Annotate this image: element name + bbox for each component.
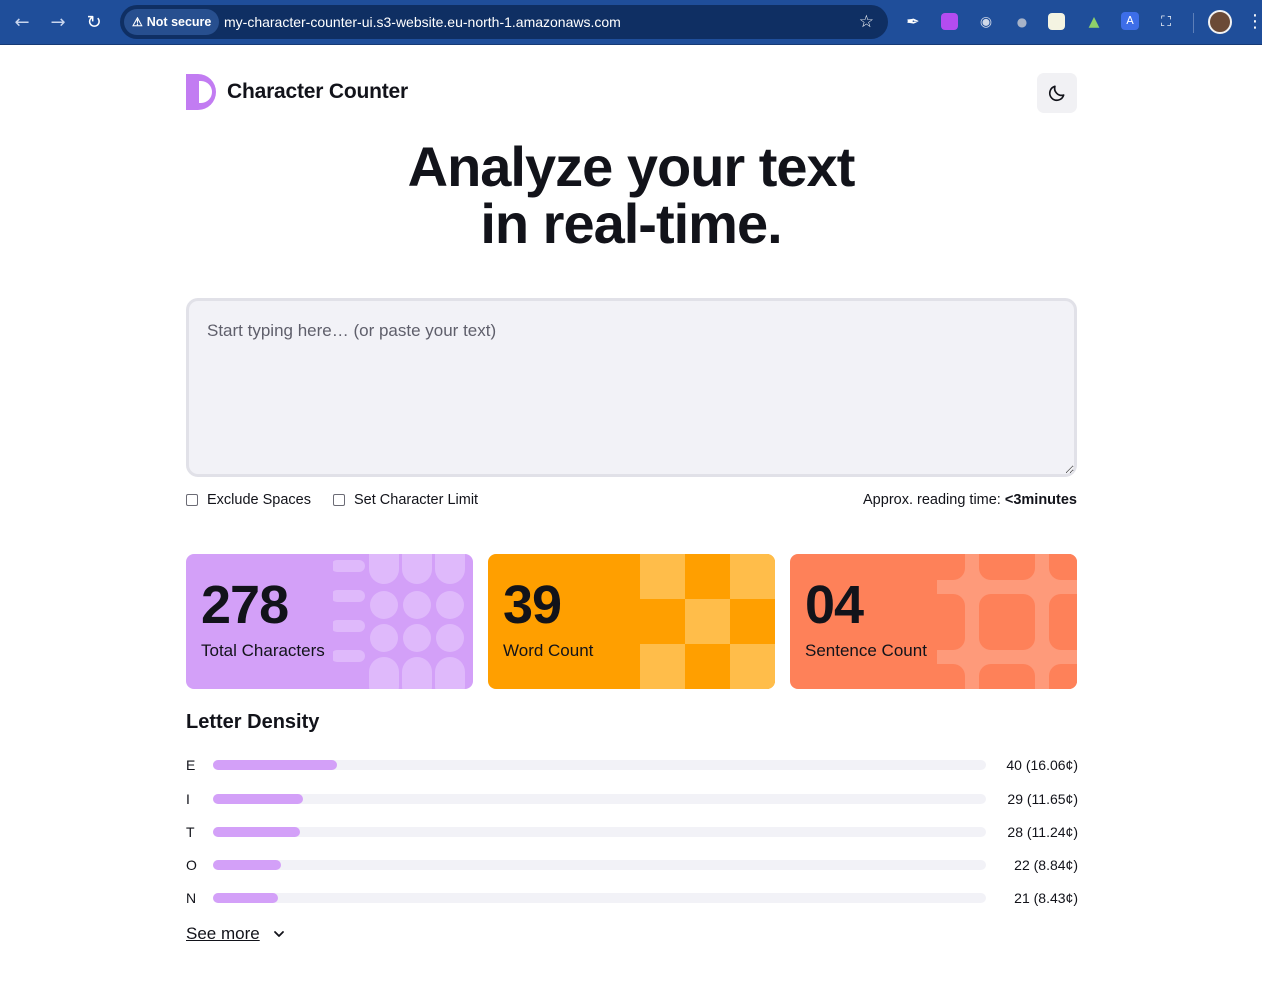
extension-icon[interactable] — [941, 13, 958, 30]
security-chip[interactable]: ⚠ Not secure — [124, 9, 220, 35]
density-value: 21 (8.43¢) — [1014, 890, 1078, 906]
camera-icon[interactable]: ◉ — [975, 11, 997, 33]
density-value: 28 (11.24¢) — [1007, 824, 1078, 840]
star-icon[interactable]: ☆ — [859, 5, 874, 39]
character-limit-checkbox[interactable] — [332, 494, 345, 506]
app-logo[interactable]: Character Counter — [186, 74, 408, 110]
density-letter: N — [186, 890, 197, 906]
see-more-link[interactable]: See more — [186, 924, 286, 944]
density-row: I 29 (11.65¢) — [186, 791, 1078, 807]
page-title: Analyze your text in real-time. — [0, 138, 1262, 252]
stat-card-total-characters: 278 Total Characters — [186, 554, 473, 689]
density-bar-fill — [213, 860, 282, 870]
density-bar-track — [213, 827, 986, 837]
stat-label: Total Characters — [201, 641, 325, 660]
eyedropper-icon[interactable]: ✒ — [902, 11, 924, 33]
extension-icon[interactable] — [1048, 13, 1065, 30]
character-limit-label: Set Character Limit — [353, 492, 479, 508]
density-bar-fill — [213, 827, 300, 837]
density-bar-fill — [213, 893, 279, 903]
security-label: Not secure — [146, 15, 212, 29]
forward-icon[interactable]: → — [45, 10, 71, 36]
checker-pattern — [640, 554, 775, 689]
stat-card-sentence-count: 04 Sentence Count — [790, 554, 1077, 689]
moon-icon — [1048, 85, 1065, 102]
options-row: Exclude Spaces Set Character Limit — [186, 492, 500, 508]
browser-toolbar: ← → ↻ ⚠ Not secure my-character-counter-u… — [0, 0, 1262, 45]
density-value: 29 (11.65¢) — [1007, 791, 1078, 807]
rounded-grid-pattern — [937, 554, 1077, 689]
density-bar-track — [213, 893, 986, 903]
app-page: Character Counter Analyze your text in r… — [0, 46, 1262, 988]
circles-pattern — [333, 554, 465, 689]
extension-icon[interactable]: A — [1121, 12, 1139, 30]
see-more-label: See more — [186, 924, 260, 943]
stat-label: Sentence Count — [805, 641, 927, 660]
density-row: T 28 (11.24¢) — [186, 824, 1078, 840]
density-bar-fill — [213, 794, 304, 804]
theme-toggle-button[interactable] — [1037, 73, 1077, 113]
density-value: 22 (8.84¢) — [1014, 857, 1078, 873]
text-input[interactable] — [186, 298, 1077, 477]
exclude-spaces-checkbox[interactable] — [186, 494, 198, 506]
density-row: N 21 (8.43¢) — [186, 890, 1078, 906]
density-letter: E — [186, 757, 196, 773]
density-letter: T — [186, 824, 195, 840]
reading-time-label: Approx. reading time: — [863, 492, 1001, 508]
address-bar[interactable]: ⚠ Not secure my-character-counter-ui.s3-w… — [120, 5, 888, 39]
profile-avatar[interactable] — [1208, 10, 1232, 34]
stat-label: Word Count — [503, 641, 594, 660]
stat-value: 278 — [201, 575, 289, 635]
exclude-spaces-label: Exclude Spaces — [207, 492, 311, 508]
density-row: O 22 (8.84¢) — [186, 857, 1078, 873]
stat-value: 04 — [805, 575, 864, 635]
url-text[interactable]: my-character-counter-ui.s3-website.eu-no… — [224, 5, 621, 39]
density-bar-fill — [213, 760, 338, 770]
stat-value: 39 — [503, 575, 562, 635]
chevron-down-icon — [273, 931, 284, 937]
hero-line-2: in real-time. — [480, 192, 782, 255]
density-bar-track — [213, 860, 986, 870]
reading-time-value: <3minutes — [1004, 492, 1077, 508]
hero-line-1: Analyze your text — [407, 135, 856, 198]
density-row: E 40 (16.06¢) — [186, 757, 1078, 773]
extension-icon[interactable]: ● — [1011, 11, 1033, 33]
density-bar-track — [213, 794, 986, 804]
reading-time: Approx. reading time: <3minutes — [863, 492, 1077, 508]
density-bar-track — [213, 760, 986, 770]
letter-density-title: Letter Density — [186, 711, 320, 733]
exclude-spaces-option[interactable]: Exclude Spaces — [186, 492, 311, 508]
warning-icon: ⚠ — [132, 15, 143, 29]
menu-icon[interactable]: ⋮ — [1246, 10, 1262, 34]
app-name: Character Counter — [227, 80, 408, 103]
stat-card-word-count: 39 Word Count — [488, 554, 775, 689]
back-icon[interactable]: ← — [9, 10, 35, 36]
extensions-puzzle-icon[interactable]: ⛶ — [1155, 11, 1177, 33]
density-letter: I — [186, 791, 190, 807]
density-value: 40 (16.06¢) — [1006, 757, 1078, 773]
extension-icon[interactable]: ▲ — [1083, 11, 1105, 33]
reload-icon[interactable]: ↻ — [81, 10, 107, 36]
toolbar-divider — [1193, 13, 1194, 33]
density-letter: O — [186, 857, 197, 873]
logo-icon — [186, 74, 216, 110]
character-limit-option[interactable]: Set Character Limit — [332, 492, 479, 508]
